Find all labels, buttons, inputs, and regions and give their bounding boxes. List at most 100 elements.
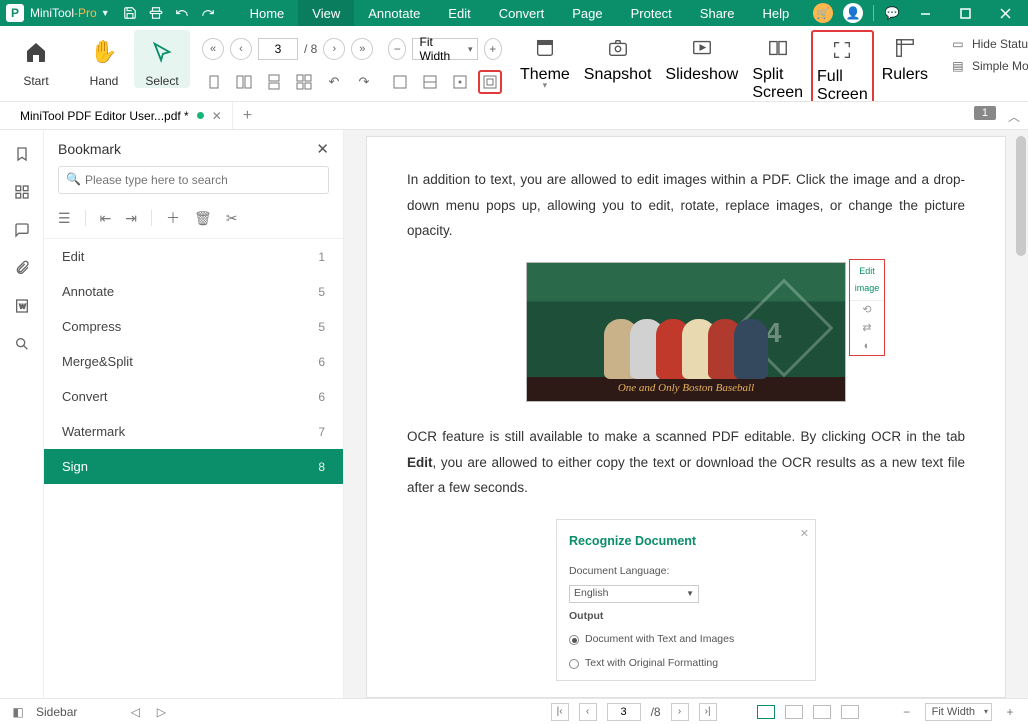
rotate-icon[interactable]: ⟲: [850, 301, 884, 319]
output-opt2[interactable]: Text with Original Formatting: [569, 654, 803, 674]
bookmark-item[interactable]: Merge&Split6: [44, 344, 343, 379]
bookmark-panel-icon[interactable]: [12, 144, 32, 164]
fit-visible-icon[interactable]: [478, 70, 502, 94]
word-panel-icon[interactable]: W: [12, 296, 32, 316]
menu-annotate[interactable]: Annotate: [354, 0, 434, 26]
sidebar-close-icon[interactable]: ✕: [316, 140, 329, 158]
last-page-icon[interactable]: ›|: [699, 703, 717, 721]
add-tab-button[interactable]: +: [243, 107, 252, 125]
menu-share[interactable]: Share: [686, 0, 749, 26]
print-icon[interactable]: [148, 5, 164, 21]
hide-status-button[interactable]: ▭Hide Status: [950, 36, 1028, 52]
status-page-input[interactable]: [607, 703, 641, 721]
scrollbar-thumb[interactable]: [1016, 136, 1026, 256]
next-page-icon[interactable]: ›: [671, 703, 689, 721]
replace-icon[interactable]: ⇄: [850, 319, 884, 337]
fit-width-icon[interactable]: [418, 70, 442, 94]
zoom-out-icon[interactable]: −: [899, 704, 915, 720]
layout-single-icon[interactable]: [202, 70, 226, 94]
search-panel-icon[interactable]: [12, 334, 32, 354]
minimize-button[interactable]: [910, 0, 940, 26]
vertical-scrollbar[interactable]: [1014, 130, 1028, 698]
menu-protect[interactable]: Protect: [617, 0, 686, 26]
page-input[interactable]: [258, 38, 298, 60]
opacity-icon[interactable]: ◐: [850, 337, 884, 355]
rotate-right-icon[interactable]: ↷: [352, 70, 376, 94]
maximize-button[interactable]: [950, 0, 980, 26]
bookmark-item[interactable]: Compress5: [44, 309, 343, 344]
hand-tool[interactable]: ✋ Hand: [76, 30, 132, 88]
tabs-chevron-icon[interactable]: ︿: [1008, 108, 1020, 125]
thumbnails-panel-icon[interactable]: [12, 182, 32, 202]
embedded-image[interactable]: 4 One and Only Boston Baseball Edit imag…: [526, 262, 846, 402]
menu-home[interactable]: Home: [236, 0, 299, 26]
close-tab-icon[interactable]: ✕: [212, 109, 222, 123]
bm-delete-icon[interactable]: 🗑: [194, 210, 212, 227]
zoom-in-button[interactable]: +: [484, 38, 502, 60]
full-screen-button[interactable]: Full Screen: [811, 30, 874, 102]
layout-cont-two-icon[interactable]: [292, 70, 316, 94]
layout-two-icon[interactable]: [232, 70, 256, 94]
snapshot-button[interactable]: Snapshot: [578, 30, 658, 84]
cart-icon[interactable]: 🛒: [813, 3, 833, 23]
menu-edit[interactable]: Edit: [434, 0, 484, 26]
rulers-button[interactable]: Rulers: [876, 30, 934, 84]
fit-height-icon[interactable]: [448, 70, 472, 94]
sidebar-toggle-icon[interactable]: ◧: [10, 704, 26, 720]
nav-fwd-icon[interactable]: ▷: [153, 704, 169, 720]
bm-add-icon[interactable]: ＋: [166, 208, 180, 228]
layout-cont-icon[interactable]: [262, 70, 286, 94]
bookmark-search-input[interactable]: [58, 166, 329, 194]
close-button[interactable]: [990, 0, 1020, 26]
lang-select[interactable]: English▼: [569, 585, 699, 603]
zoom-in-icon[interactable]: +: [1002, 704, 1018, 720]
bm-indent-right-icon[interactable]: ⇥: [125, 210, 137, 227]
comments-panel-icon[interactable]: [12, 220, 32, 240]
bookmark-item[interactable]: Convert6: [44, 379, 343, 414]
simple-mode-button[interactable]: ▤Simple Mod: [950, 58, 1028, 74]
first-page-icon[interactable]: |‹: [551, 703, 569, 721]
undo-icon[interactable]: [174, 5, 190, 21]
page-prev-button[interactable]: ‹: [230, 38, 252, 60]
document-view[interactable]: In addition to text, you are allowed to …: [344, 130, 1028, 698]
bookmark-item[interactable]: Sign8: [44, 449, 343, 484]
fit-page-icon[interactable]: [388, 70, 412, 94]
page-last-button[interactable]: »: [351, 38, 373, 60]
dialog-close-icon[interactable]: ✕: [800, 524, 809, 545]
redo-icon[interactable]: [200, 5, 216, 21]
brand-dropdown-icon[interactable]: ▼: [101, 8, 110, 18]
select-tool[interactable]: Select: [134, 30, 190, 88]
bm-list-icon[interactable]: ☰: [58, 210, 71, 227]
menu-page[interactable]: Page: [558, 0, 616, 26]
viewmode-two-icon[interactable]: [785, 705, 803, 719]
menu-view[interactable]: View: [298, 0, 354, 26]
menu-help[interactable]: Help: [749, 0, 804, 26]
viewmode-cont-icon[interactable]: [813, 705, 831, 719]
page-first-button[interactable]: «: [202, 38, 224, 60]
bm-indent-left-icon[interactable]: ⇤: [100, 210, 112, 227]
theme-button[interactable]: Theme ▾: [514, 30, 576, 91]
user-icon[interactable]: 👤: [843, 3, 863, 23]
prev-page-icon[interactable]: ‹: [579, 703, 597, 721]
page-next-button[interactable]: ›: [323, 38, 345, 60]
fit-mode-select[interactable]: Fit Width: [412, 38, 477, 60]
start-button[interactable]: Start: [8, 30, 64, 88]
viewmode-single-icon[interactable]: [757, 705, 775, 719]
zoom-out-button[interactable]: −: [388, 38, 406, 60]
attachments-panel-icon[interactable]: [12, 258, 32, 278]
split-screen-button[interactable]: Split Screen ▾: [746, 30, 809, 102]
output-opt1[interactable]: Document with Text and Images: [569, 630, 803, 650]
viewmode-grid-icon[interactable]: [841, 705, 859, 719]
edit-image-label[interactable]: Edit image: [850, 260, 884, 301]
slideshow-button[interactable]: Slideshow: [659, 30, 744, 84]
save-icon[interactable]: [122, 5, 138, 21]
menu-convert[interactable]: Convert: [485, 0, 559, 26]
status-fit-select[interactable]: Fit Width: [925, 703, 992, 721]
bookmark-item[interactable]: Annotate5: [44, 274, 343, 309]
nav-back-icon[interactable]: ◁: [127, 704, 143, 720]
rotate-left-icon[interactable]: ↶: [322, 70, 346, 94]
document-tab[interactable]: MiniTool PDF Editor User...pdf * ✕: [10, 102, 233, 129]
feedback-icon[interactable]: 💬: [884, 5, 900, 21]
bookmark-item[interactable]: Edit1: [44, 239, 343, 274]
bookmark-item[interactable]: Watermark7: [44, 414, 343, 449]
